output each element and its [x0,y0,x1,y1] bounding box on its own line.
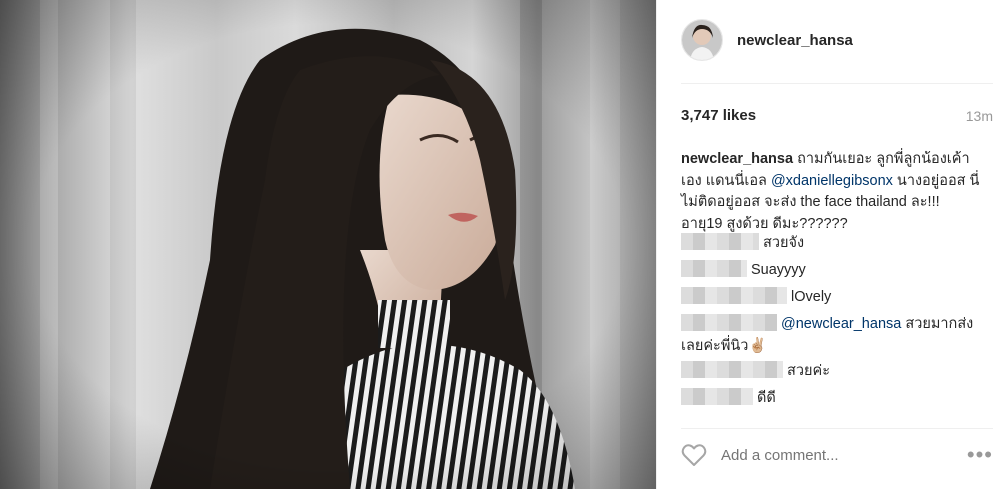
caption-username[interactable]: newclear_hansa [681,151,793,167]
blurred-username[interactable] [681,233,759,250]
post-photo[interactable] [0,0,656,489]
comment-text: สวยค่ะ [787,363,830,379]
blurred-username[interactable] [681,287,787,304]
comment-text: lOvely [791,289,832,305]
like-count[interactable]: 3,747 likes [681,107,756,124]
comment: ดีดี [681,388,981,410]
comment: Suayyyy [681,260,981,282]
post-time: 13m [965,108,993,124]
blurred-username[interactable] [681,388,753,405]
caption-mention[interactable]: @xdaniellegibsonx [771,173,893,189]
divider [681,428,993,429]
heart-icon[interactable] [681,443,707,467]
more-options-icon[interactable]: ••• [967,444,993,466]
comment: lOvely [681,287,981,309]
comment-mention[interactable]: @newclear_hansa [781,316,901,332]
blurred-username[interactable] [681,260,747,277]
comment-text: Suayyyy [751,262,806,278]
add-comment-input[interactable] [721,446,941,464]
post-header: newclear_hansa [681,17,853,63]
divider [681,83,993,84]
add-comment-bar: ••• [681,440,993,470]
blurred-username[interactable] [681,361,783,378]
blurred-username[interactable] [681,314,777,331]
comment: สวยจัง [681,233,981,255]
comment-text: ดีดี [757,390,776,406]
post-panel: newclear_hansa 3,747 likes 13m newclear_… [656,0,1003,489]
post-username[interactable]: newclear_hansa [737,32,853,49]
comment: @newclear_hansa สวยมากส่งเลยค่ะพี่นิว✌🏼 [681,314,981,357]
comment-text: สวยจัง [763,235,805,251]
comment: สวยค่ะ [681,361,981,383]
avatar[interactable] [681,19,723,61]
post-caption: newclear_hansa ถามกันเยอะ ลูกพี่ลูกน้องเ… [681,149,981,235]
